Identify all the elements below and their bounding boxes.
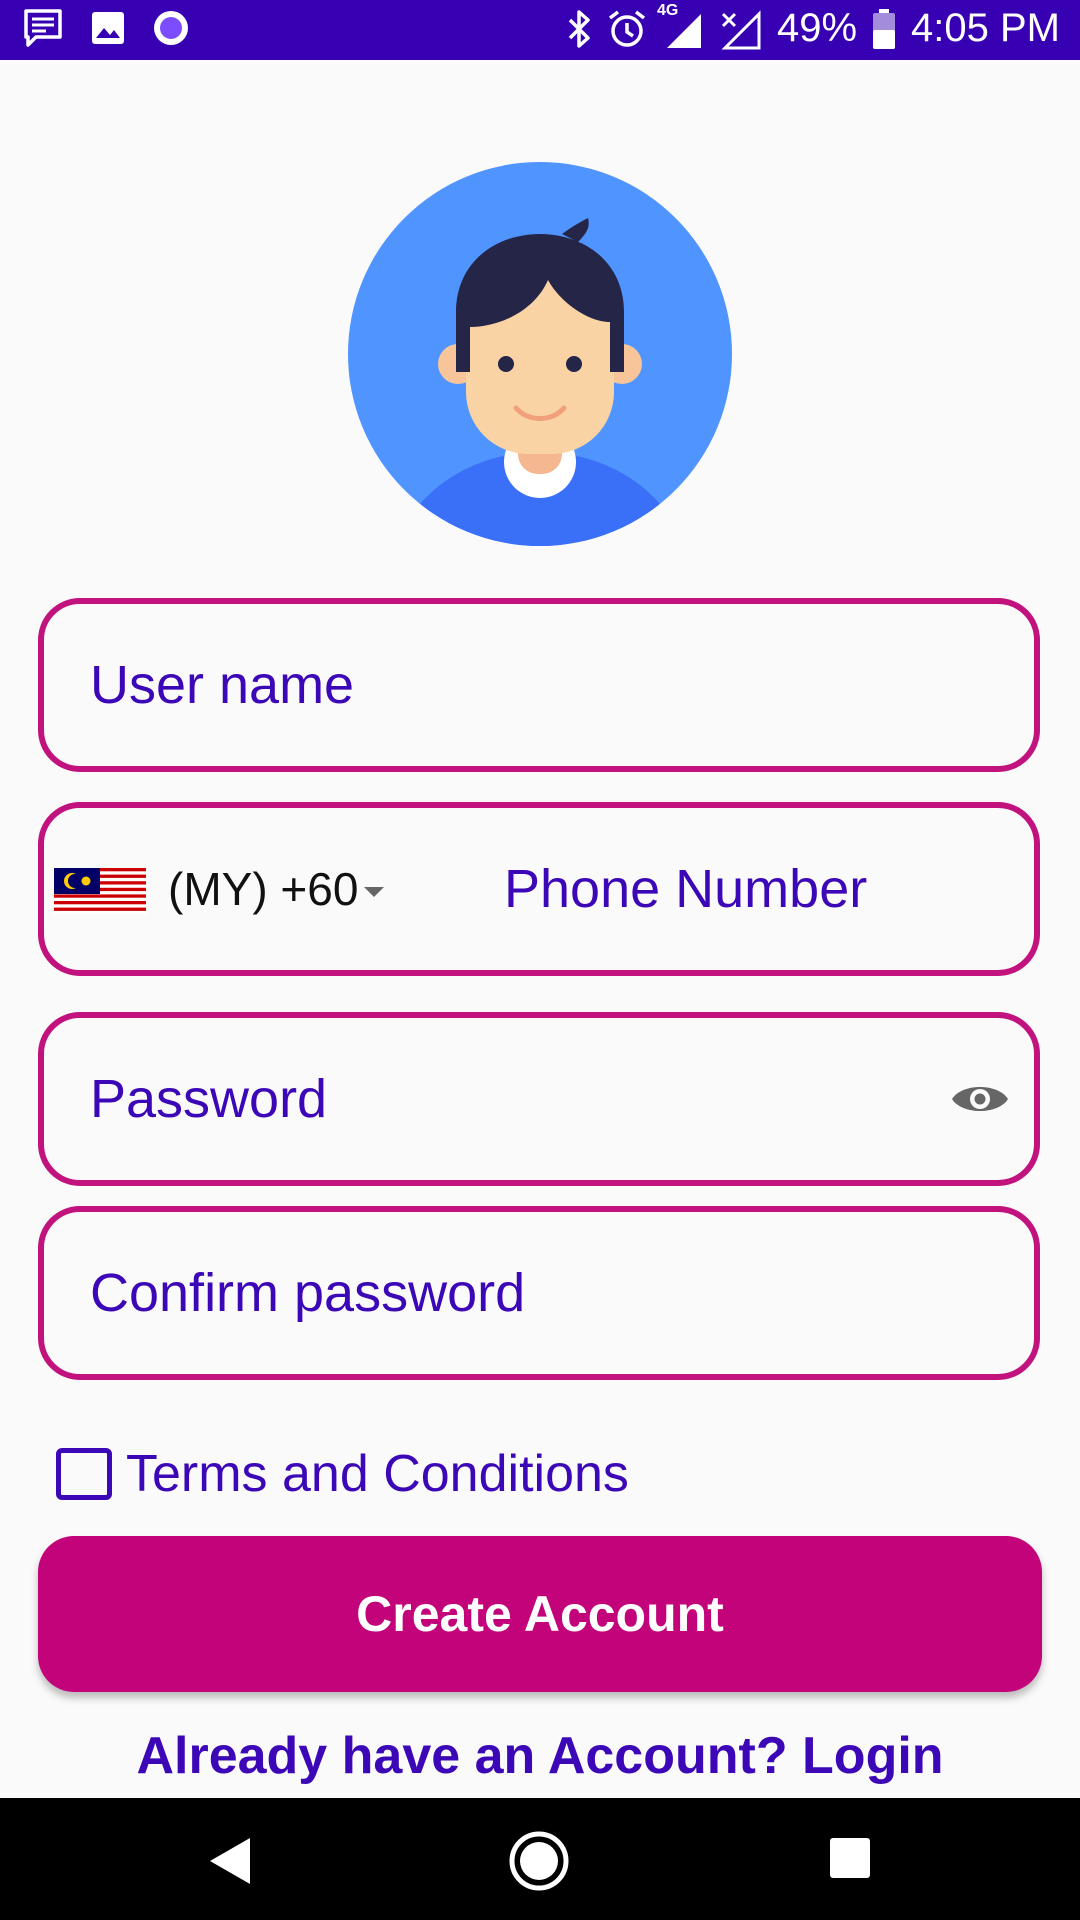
bluetooth-icon [567,9,593,49]
dropdown-arrow-icon[interactable] [364,887,384,897]
assistant-icon [152,9,190,47]
avatar[interactable] [348,162,732,546]
malaysia-flag-icon [54,868,146,914]
status-bar: 4G 49% 4:05 PM [0,0,1080,60]
password-field[interactable]: Password [38,1012,1040,1186]
phone-field[interactable]: (MY) +60 Phone Number [38,802,1040,976]
message-icon [22,8,64,48]
home-icon[interactable] [508,1830,570,1892]
clock-time: 4:05 PM [911,6,1060,50]
navigation-bar [0,1798,1080,1920]
phone-placeholder: Phone Number [504,859,868,919]
signal-x-icon [719,8,763,50]
avatar-illustration [395,218,685,546]
confirm-password-field[interactable]: Confirm password [38,1206,1040,1380]
username-field[interactable]: User name [38,598,1040,772]
battery-icon [871,8,897,50]
country-code-selector[interactable]: (MY) +60 [168,862,358,916]
terms-label[interactable]: Terms and Conditions [126,1444,629,1504]
confirm-password-placeholder: Confirm password [90,1263,526,1323]
battery-percent: 49% [776,6,858,50]
create-account-button[interactable]: Create Account [38,1536,1042,1692]
eye-icon[interactable] [950,1079,1010,1119]
back-icon[interactable] [208,1836,252,1886]
login-link[interactable]: Already have an Account? Login [0,1726,1080,1786]
image-icon [90,10,126,46]
recent-apps-icon[interactable] [830,1838,870,1878]
alarm-icon [607,9,647,49]
signal-icon: 4G [657,2,705,50]
password-placeholder: Password [90,1069,328,1129]
terms-checkbox[interactable] [56,1448,112,1500]
username-placeholder: User name [90,655,355,715]
